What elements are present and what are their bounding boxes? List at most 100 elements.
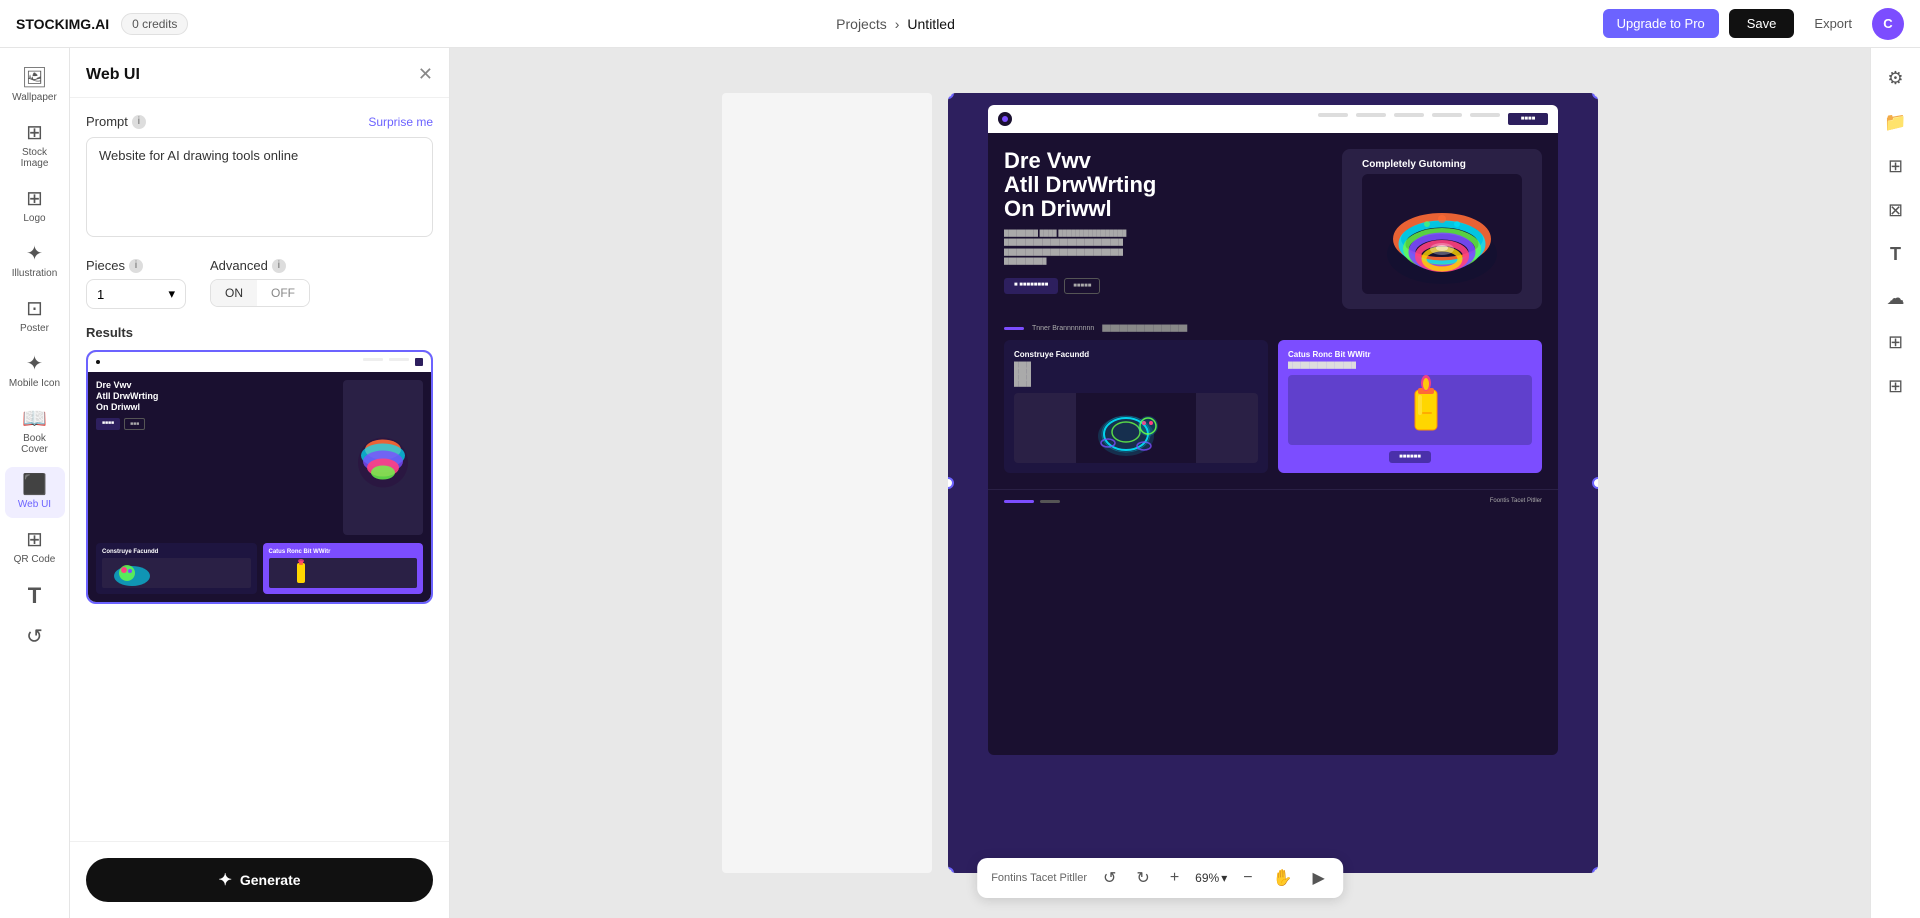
advanced-off-button[interactable]: OFF [257, 280, 309, 306]
upgrade-button[interactable]: Upgrade to Pro [1603, 9, 1719, 38]
folder-button[interactable]: 📁 [1878, 104, 1914, 140]
generate-btn-wrap: ✦ Generate [70, 841, 449, 918]
nav-bar [389, 358, 409, 361]
redo-button[interactable]: ↻ [1132, 866, 1153, 890]
folder-icon: 📁 [1884, 112, 1906, 133]
mini-sec-btn: ■■■ [124, 418, 145, 430]
zoom-in-button[interactable]: + [1166, 867, 1183, 889]
undo-button[interactable]: ↺ [1099, 866, 1120, 890]
prompt-info-icon: i [132, 115, 146, 129]
zoom-chevron: ▾ [1221, 871, 1227, 885]
advanced-label: Advanced i [210, 258, 310, 273]
layers-button[interactable]: ⊞ [1878, 324, 1914, 360]
export-button[interactable]: Export [1804, 9, 1862, 38]
sidebar-item-history[interactable]: ↺ [5, 619, 65, 655]
sidebar-item-wallpaper[interactable]: 🖼 Wallpaper [5, 60, 65, 111]
shape-button[interactable]: ⊠ [1878, 192, 1914, 228]
header-left: STOCKIMG.AI 0 credits [16, 13, 188, 35]
mini-nav [88, 352, 431, 372]
mini-hero-title: Dre VwvAtll DrwWrtingOn Driwwl [96, 380, 335, 412]
handle-bottom-left[interactable] [948, 867, 954, 873]
save-button[interactable]: Save [1729, 9, 1795, 38]
card-sub: ████████████████ [1014, 363, 1258, 387]
nav-link [1470, 113, 1500, 117]
credits-badge[interactable]: 0 credits [121, 13, 188, 35]
handle-mid-left[interactable] [948, 477, 954, 489]
handle-mid-right[interactable] [1592, 477, 1598, 489]
progress-track [1040, 500, 1060, 503]
text-button[interactable]: T [1878, 236, 1914, 272]
nav-link [1432, 113, 1462, 117]
mini-lighter-svg [269, 558, 329, 588]
sidebar-item-label: Web UI [18, 499, 51, 510]
handle-top-left[interactable] [948, 93, 954, 99]
logo-icon: ⊞ [26, 189, 43, 209]
pieces-select[interactable]: 1 ▾ [86, 279, 186, 309]
sidebar-item-stock-image[interactable]: ⊞ Stock Image [5, 115, 65, 177]
nav-bar [363, 358, 383, 361]
settings-button[interactable]: ⚙ [1878, 60, 1914, 96]
mockup-secondary-btn: ■■■■■ [1064, 278, 1100, 294]
sidebar-item-illustration[interactable]: ✦ Illustration [5, 236, 65, 287]
section-label: Tnner Brannnnnnnn [1032, 325, 1094, 332]
card-cta-wrap: ■■■■■■ [1288, 451, 1532, 463]
mini-card-img [102, 558, 251, 588]
prompt-textarea[interactable]: Website for AI drawing tools online [86, 137, 433, 237]
surprise-me-button[interactable]: Surprise me [368, 115, 433, 129]
panel: Web UI ✕ Prompt i Surprise me Website fo… [70, 48, 450, 918]
pieces-group: Pieces i 1 ▾ [86, 258, 186, 309]
preview-placeholder [722, 93, 932, 873]
components-button[interactable]: ⊞ [1878, 368, 1914, 404]
header: STOCKIMG.AI 0 credits Projects › Untitle… [0, 0, 1920, 48]
mockup-nav-links: ■■■■ [1318, 113, 1548, 125]
pan-tool-button[interactable]: ✋ [1269, 866, 1297, 890]
mockup-logo-dot [998, 112, 1012, 126]
canvas-preview[interactable]: ■■■■ Dre VwvAtll DrwWrtingOn Driwwl ████… [948, 93, 1598, 873]
zoom-out-button[interactable]: − [1239, 867, 1256, 889]
settings-icon: ⚙ [1887, 68, 1903, 89]
pieces-chevron-icon: ▾ [168, 286, 175, 302]
card-image-2 [1288, 375, 1532, 445]
left-sidebar: 🖼 Wallpaper ⊞ Stock Image ⊞ Logo ✦ Illus… [0, 48, 70, 918]
advanced-toggle: ON OFF [210, 279, 310, 307]
text-format-icon: T [1890, 244, 1901, 265]
generate-star-icon: ✦ [218, 870, 231, 890]
sidebar-item-poster[interactable]: ⊡ Poster [5, 291, 65, 342]
cloud-icon: ☁ [1887, 288, 1905, 309]
sidebar-item-logo[interactable]: ⊞ Logo [5, 181, 65, 232]
avatar[interactable]: C [1872, 8, 1904, 40]
card-cta-btn: ■■■■■■ [1389, 451, 1431, 463]
section-line [1004, 327, 1024, 330]
history-icon: ↺ [26, 627, 43, 647]
panel-close-button[interactable]: ✕ [418, 64, 433, 85]
mini-card-title-2: Catus Ronc Bit WWitr [269, 549, 418, 555]
sidebar-item-mobile-icon[interactable]: ✦ Mobile Icon [5, 346, 65, 397]
main-wrapper: 🖼 Wallpaper ⊞ Stock Image ⊞ Logo ✦ Illus… [0, 0, 1920, 918]
mockup-nav-cta: ■■■■ [1508, 113, 1548, 125]
nav-link [1318, 113, 1348, 117]
handle-bottom-right[interactable] [1592, 867, 1598, 873]
cloud-button[interactable]: ☁ [1878, 280, 1914, 316]
grid-button[interactable]: ⊞ [1878, 148, 1914, 184]
sidebar-item-qr-code[interactable]: ⊞ QR Code [5, 522, 65, 573]
result-thumbnail[interactable]: Dre VwvAtll DrwWrtingOn Driwwl ■■■■ ■■■ [86, 350, 433, 604]
sidebar-item-text[interactable]: T [5, 577, 65, 615]
grid-icon: ⊞ [1888, 156, 1903, 177]
nav-dot-1 [96, 360, 100, 364]
sidebar-item-web-ui[interactable]: ⬛ Web UI [5, 467, 65, 518]
generate-button[interactable]: ✦ Generate [86, 858, 433, 902]
play-button[interactable]: ▶ [1308, 866, 1328, 890]
progress-bar [1004, 500, 1034, 503]
poster-icon: ⊡ [26, 299, 43, 319]
mini-right [343, 380, 423, 535]
sidebar-item-label: Logo [23, 213, 45, 224]
mini-left: Dre VwvAtll DrwWrtingOn Driwwl ■■■■ ■■■ [96, 380, 335, 535]
sidebar-item-book-cover[interactable]: 📖 Book Cover [5, 401, 65, 463]
pieces-info-icon: i [129, 259, 143, 273]
advanced-group: Advanced i ON OFF [210, 258, 310, 309]
breadcrumb-projects[interactable]: Projects [836, 16, 887, 32]
sidebar-item-label: Book Cover [9, 433, 61, 455]
advanced-on-button[interactable]: ON [211, 280, 257, 306]
handle-top-right[interactable] [1592, 93, 1598, 99]
advanced-info-icon: i [272, 259, 286, 273]
